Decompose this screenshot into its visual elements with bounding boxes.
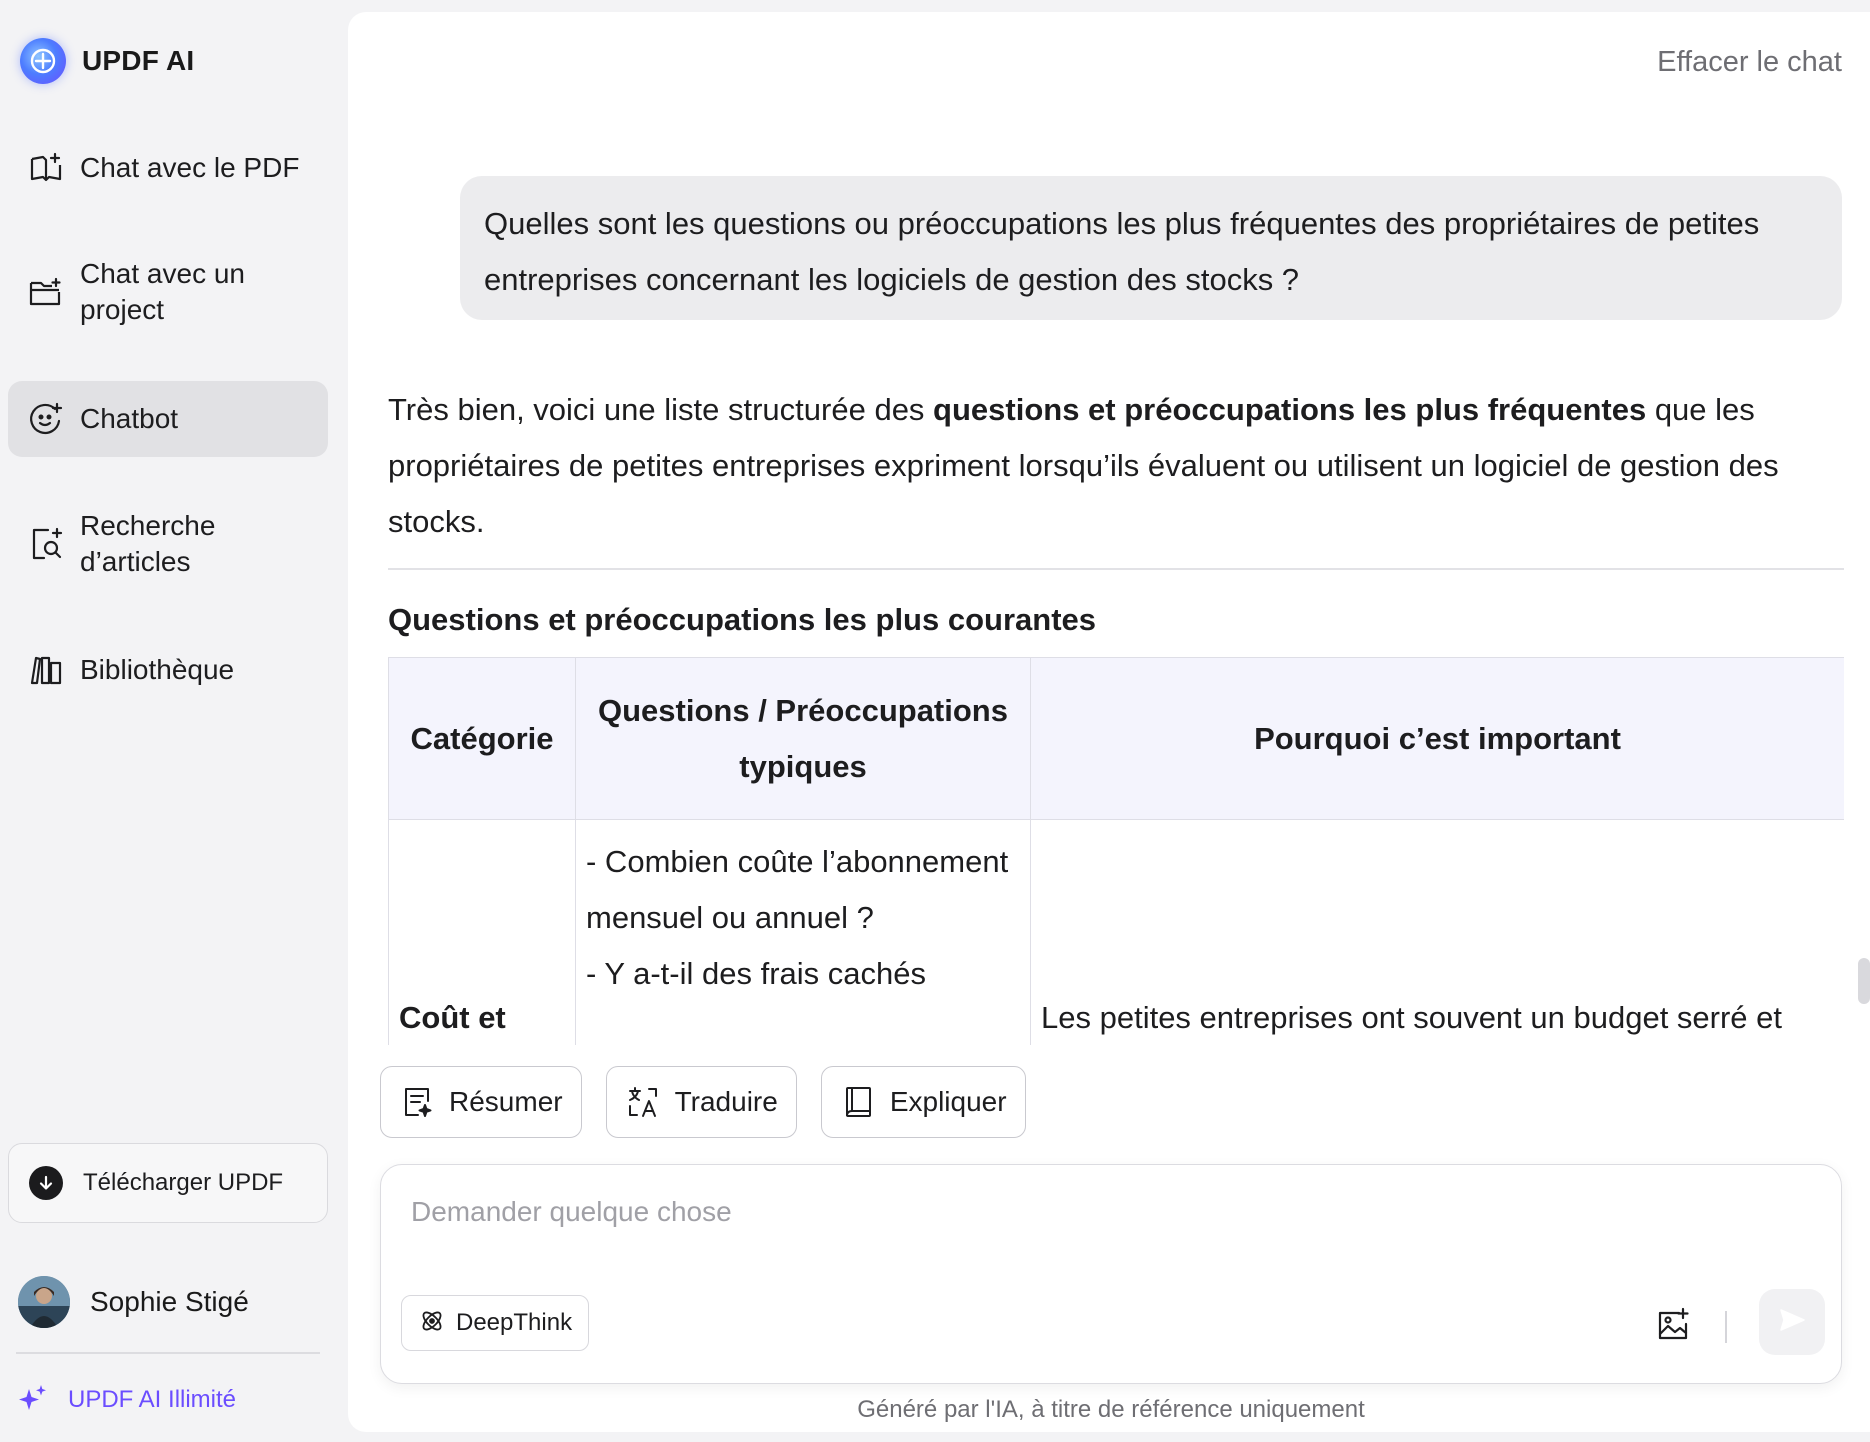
divider	[1725, 1311, 1727, 1343]
response-table-container: Catégorie Questions / Préoccupations typ…	[388, 657, 1844, 1045]
divider	[16, 1352, 320, 1354]
ai-intro-text: Très bien, voici une liste structurée de…	[388, 392, 934, 427]
sidebar-item-chat-pdf[interactable]: Chat avec le PDF	[8, 138, 328, 198]
app-window: UPDF AI Chat avec le PDF Chat avec un pr…	[0, 0, 1870, 1442]
brand[interactable]: UPDF AI	[20, 36, 194, 86]
user-profile[interactable]: Sophie Stigé	[18, 1276, 249, 1328]
sidebar-item-label: Chat avec le PDF	[80, 152, 300, 183]
ai-response-intro: Très bien, voici une liste structurée de…	[388, 382, 1844, 550]
sidebar-item-article-search[interactable]: Recherche d’articles	[8, 504, 328, 584]
translate-icon	[625, 1084, 661, 1120]
folder-sparkle-icon	[26, 272, 66, 312]
library-icon	[26, 650, 66, 690]
avatar	[18, 1276, 70, 1328]
bot-face-icon	[26, 399, 66, 439]
quick-actions: Résumer Traduire Expliquer	[380, 1066, 1026, 1138]
send-button[interactable]	[1759, 1289, 1825, 1355]
response-table: Catégorie Questions / Préoccupations typ…	[388, 657, 1844, 1045]
sidebar-item-library[interactable]: Bibliothèque	[8, 640, 328, 700]
clear-chat-button[interactable]: Effacer le chat	[1657, 46, 1842, 79]
atom-icon	[418, 1307, 446, 1340]
table-cell-why: Les petites entreprises ont souvent un b…	[1030, 819, 1844, 1045]
summarize-label: Résumer	[449, 1086, 563, 1117]
sidebar-item-label: Recherche d’articles	[80, 510, 216, 577]
sidebar-item-chat-project[interactable]: Chat avec un project	[8, 252, 328, 332]
user-message-bubble: Quelles sont les questions ou préoccupat…	[460, 176, 1842, 320]
scrollbar-thumb[interactable]	[1858, 958, 1870, 1004]
image-upload-icon[interactable]	[1651, 1303, 1695, 1347]
table-cell-questions: - Combien coûte l’abonnement mensuel ou …	[575, 819, 1031, 1045]
send-icon	[1777, 1305, 1807, 1340]
sidebar: UPDF AI Chat avec le PDF Chat avec un pr…	[0, 0, 348, 1442]
explain-label: Expliquer	[889, 1086, 1007, 1117]
divider	[388, 568, 1844, 570]
sparkle-icon	[18, 1383, 48, 1418]
download-updf-button[interactable]: Télécharger UPDF	[8, 1143, 328, 1223]
book-sparkle-icon	[26, 148, 66, 188]
user-name: Sophie Stigé	[90, 1286, 249, 1317]
column-header-why: Pourquoi c’est important	[1030, 657, 1844, 820]
updf-logo-icon	[20, 38, 66, 84]
summarize-icon	[399, 1084, 435, 1120]
document-search-icon	[26, 524, 66, 564]
message-composer: DeepThink	[380, 1164, 1842, 1384]
chat-input[interactable]	[411, 1187, 1791, 1237]
download-label: Télécharger UPDF	[83, 1169, 284, 1196]
summarize-button[interactable]: Résumer	[380, 1066, 582, 1138]
sidebar-item-label: Bibliothèque	[80, 654, 235, 685]
sidebar-item-label: Chat avec un project	[80, 258, 245, 325]
brand-name: UPDF AI	[82, 45, 195, 76]
sidebar-item-chatbot[interactable]: Chatbot	[8, 381, 328, 457]
column-header-category: Catégorie	[388, 657, 576, 820]
ai-disclaimer: Généré par l'IA, à titre de référence un…	[857, 1396, 1365, 1423]
table-row: Coût et - Combien coûte l’abonnement men…	[388, 819, 1844, 1045]
table-cell-category: Coût et	[388, 819, 576, 1045]
upgrade-link[interactable]: UPDF AI Illimité	[18, 1382, 236, 1418]
upgrade-label: UPDF AI Illimité	[68, 1386, 237, 1413]
deepthink-toggle[interactable]: DeepThink	[401, 1295, 590, 1351]
ai-intro-emphasis: questions et préoccupations les plus fré…	[933, 392, 1647, 427]
question-line: - Y a-t-il des frais cachés	[586, 956, 926, 991]
column-header-questions: Questions / Préoccupations typiques	[575, 657, 1031, 820]
sidebar-item-label: Chatbot	[80, 403, 179, 434]
translate-label: Traduire	[674, 1086, 778, 1117]
book-icon	[840, 1084, 876, 1120]
explain-button[interactable]: Expliquer	[820, 1066, 1026, 1138]
chat-panel: Effacer le chat Quelles sont les questio…	[348, 12, 1870, 1432]
table-header-row: Catégorie Questions / Préoccupations typ…	[388, 657, 1844, 820]
translate-button[interactable]: Traduire	[605, 1066, 797, 1138]
deepthink-label: DeepThink	[456, 1309, 573, 1336]
section-heading: Questions et préoccupations les plus cou…	[388, 602, 1097, 637]
question-line: - Combien coûte l’abonnement mensuel ou …	[586, 844, 1009, 935]
download-icon	[29, 1166, 63, 1200]
